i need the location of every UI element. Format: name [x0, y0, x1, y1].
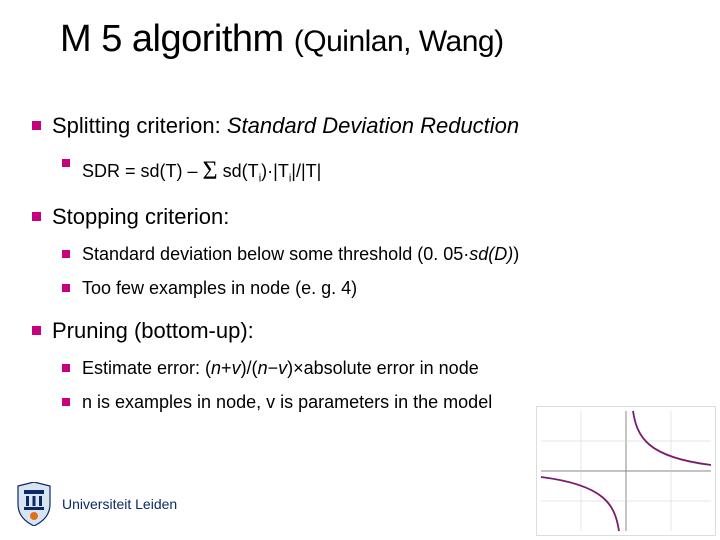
logo-text: Universiteit Leiden — [62, 496, 177, 512]
mid: )/( — [241, 358, 258, 378]
bullet-sdr-formula: SDR = sd(T) – Σ sd(Ti)·|Ti|/|T| — [60, 151, 690, 186]
title-sub: (Quinlan, Wang) — [294, 25, 504, 58]
n: n — [211, 358, 221, 378]
university-logo: Universiteit Leiden — [16, 482, 177, 526]
n2: n — [258, 358, 268, 378]
bullet-prune-error: Estimate error: (n+v)/(n−v)×absolute err… — [60, 356, 690, 380]
text: Too few examples in node (e. g. 4) — [82, 278, 357, 298]
shield-icon — [16, 482, 52, 526]
text: Standard deviation below some threshold … — [82, 244, 463, 264]
pruning-ratio-plot — [536, 406, 716, 536]
minus: − — [268, 358, 279, 378]
text: Splitting criterion: — [52, 113, 227, 138]
bullet-stop-threshold: Standard deviation below some threshold … — [60, 242, 690, 266]
text: Estimate error: ( — [82, 358, 211, 378]
bullet-splitting: Splitting criterion: Standard Deviation … — [30, 111, 690, 141]
text: Pruning (bottom-up): — [52, 318, 254, 343]
slide-content: Splitting criterion: Standard Deviation … — [30, 95, 690, 421]
bullet-stopping: Stopping criterion: — [30, 202, 690, 232]
plot-svg — [537, 407, 715, 535]
text: n is examples in node, v is parameters i… — [82, 392, 492, 412]
suffix: )×absolute error in node — [287, 358, 479, 378]
slide: M 5 algorithm (Quinlan, Wang) Splitting … — [0, 0, 720, 540]
bullet-stop-fewexamples: Too few examples in node (e. g. 4) — [60, 276, 690, 300]
plus: + — [221, 358, 232, 378]
text-em: Standard Deviation Reduction — [227, 113, 519, 138]
v2: v — [278, 358, 287, 378]
text-em: sd(D) — [469, 244, 513, 264]
title-main: M 5 algorithm — [60, 18, 284, 60]
text: Stopping criterion: — [52, 204, 229, 229]
slide-title: M 5 algorithm (Quinlan, Wang) — [60, 18, 690, 61]
v: v — [232, 358, 241, 378]
close: ) — [513, 244, 519, 264]
bullet-pruning: Pruning (bottom-up): — [30, 316, 690, 346]
formula: SDR = sd(T) – Σ sd(Ti)·|Ti|/|T| — [82, 161, 321, 181]
